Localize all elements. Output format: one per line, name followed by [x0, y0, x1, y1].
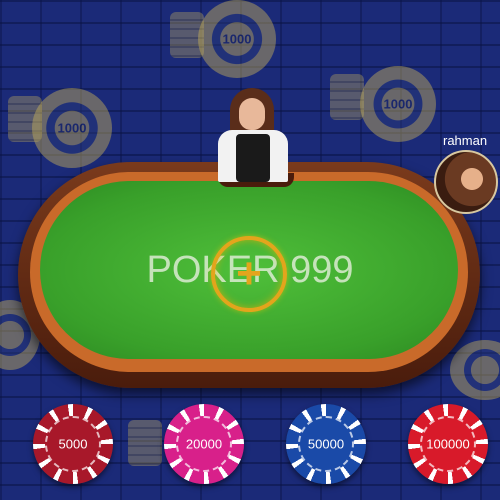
plus-icon: +	[236, 249, 262, 298]
player-name: rahman	[443, 133, 488, 148]
chip-value: 50000	[307, 436, 345, 452]
background-chip: 1000	[198, 0, 276, 78]
chip-5000[interactable]: 5000	[33, 404, 113, 484]
chip-value: 100000	[426, 436, 470, 452]
background-chip-stack	[330, 74, 364, 120]
background-chip: 1000	[360, 66, 436, 142]
join-seat-button[interactable]: +	[211, 236, 287, 312]
chip-20000[interactable]: 20000	[164, 404, 244, 484]
dealer-vest	[236, 134, 270, 182]
background-chip	[450, 340, 500, 400]
chip-value: 5000	[58, 436, 88, 452]
player-avatar[interactable]	[434, 150, 498, 214]
background-chip-stack	[128, 420, 162, 466]
dealer	[208, 88, 300, 184]
chip-value: 20000	[185, 436, 223, 452]
background-chip: 1000	[32, 88, 112, 168]
chip-50000[interactable]: 50000	[286, 404, 366, 484]
dealer-face	[239, 98, 265, 130]
chip-100000[interactable]: 100000	[408, 404, 488, 484]
